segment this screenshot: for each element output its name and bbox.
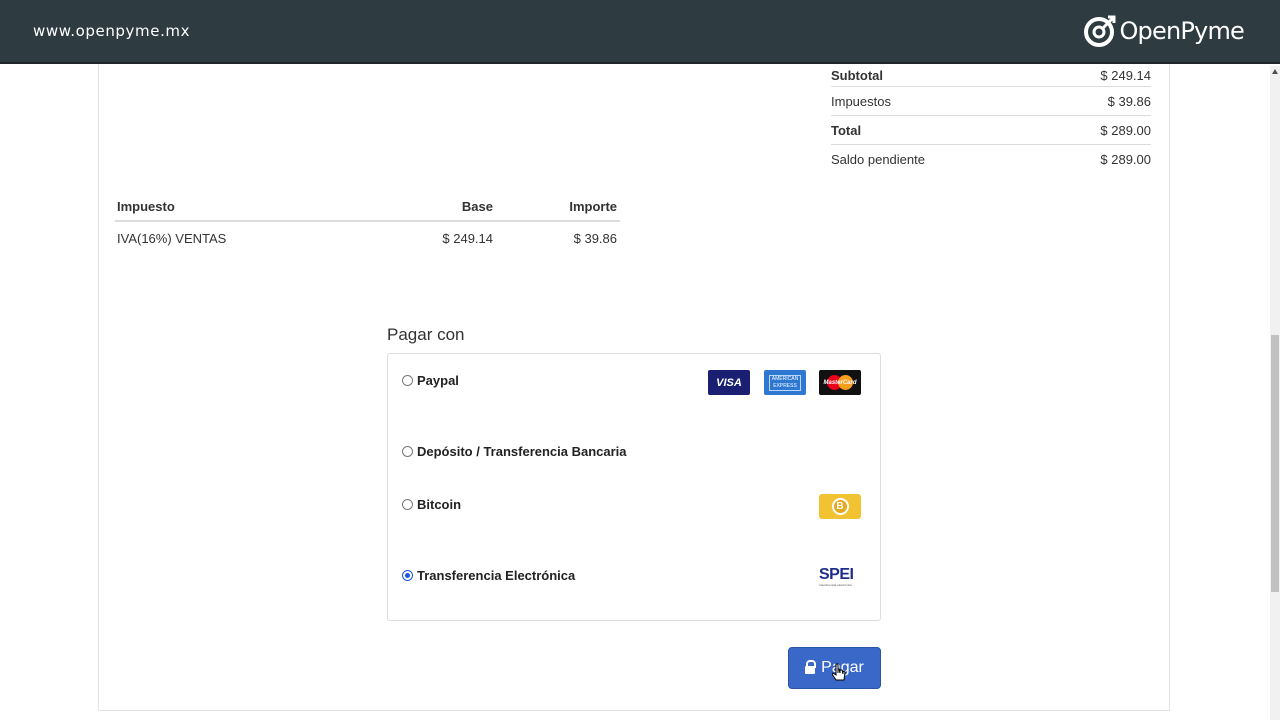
totals-value: $ 289.00 bbox=[1100, 122, 1151, 138]
spei-icon: SPEI transferencia electrónica bbox=[819, 566, 861, 588]
totals-label: Impuestos bbox=[831, 93, 891, 109]
column-header: Base bbox=[461, 199, 493, 214]
totals-label: Subtotal bbox=[831, 67, 883, 83]
tax-table-header: Impuesto Base Importe bbox=[115, 193, 620, 222]
spei-logo-text: SPEI bbox=[819, 566, 854, 583]
amex-icon: AMERICAN EXPRESS bbox=[764, 370, 806, 395]
table-cell: $ 249.14 bbox=[442, 230, 493, 246]
scrollbar-thumb[interactable] bbox=[1271, 335, 1279, 592]
scroll-up-arrow[interactable] bbox=[1272, 69, 1278, 74]
mouse-cursor-icon bbox=[832, 663, 846, 681]
radio-electronic-transfer[interactable] bbox=[402, 570, 413, 581]
radio-bank-transfer[interactable] bbox=[402, 446, 413, 457]
totals-table: Subtotal $ 249.14 Impuestos $ 39.86 Tota… bbox=[831, 64, 1151, 174]
table-cell: $ 39.86 bbox=[573, 230, 617, 246]
totals-label: Saldo pendiente bbox=[831, 152, 925, 167]
brand-name: OpenPyme bbox=[1119, 17, 1244, 45]
mastercard-icon: MasterCard bbox=[819, 370, 861, 395]
payment-option-electronic-transfer[interactable]: Transferencia Electrónica bbox=[402, 568, 575, 583]
totals-value: $ 39.86 bbox=[1107, 93, 1151, 109]
column-header: Impuesto bbox=[117, 199, 175, 214]
brand-logo[interactable]: OpenPyme bbox=[1083, 14, 1245, 48]
radio-bitcoin[interactable] bbox=[402, 499, 413, 510]
payment-option-bank-transfer[interactable]: Depósito / Transferencia Bancaria bbox=[402, 444, 627, 459]
table-cell: IVA(16%) VENTAS bbox=[117, 230, 227, 246]
payment-option-label: Depósito / Transferencia Bancaria bbox=[417, 444, 627, 459]
column-header: Importe bbox=[569, 199, 617, 214]
payment-option-label: Paypal bbox=[417, 373, 459, 388]
totals-row-balance: Saldo pendiente $ 289.00 bbox=[831, 145, 1151, 174]
payment-option-label: Bitcoin bbox=[417, 497, 462, 512]
totals-row-subtotal: Subtotal $ 249.14 bbox=[831, 64, 1151, 87]
payment-option-paypal[interactable]: Paypal bbox=[402, 373, 459, 388]
tax-table: Impuesto Base Importe IVA(16%) VENTAS $ … bbox=[115, 193, 620, 254]
bitcoin-icon: B bbox=[819, 494, 861, 519]
openpyme-logo-icon bbox=[1084, 15, 1116, 47]
visa-icon: VISA bbox=[708, 370, 750, 395]
totals-row-total: Total $ 289.00 bbox=[831, 116, 1151, 145]
totals-row-taxes: Impuestos $ 39.86 bbox=[831, 87, 1151, 116]
payment-option-label: Transferencia Electrónica bbox=[417, 568, 576, 583]
totals-label: Total bbox=[831, 122, 862, 138]
radio-paypal[interactable] bbox=[402, 375, 413, 386]
totals-value: $ 289.00 bbox=[1100, 152, 1151, 167]
totals-value: $ 249.14 bbox=[1100, 67, 1151, 83]
lock-icon bbox=[805, 660, 817, 674]
site-url[interactable]: www.openpyme.mx bbox=[33, 22, 190, 40]
table-row: IVA(16%) VENTAS $ 249.14 $ 39.86 bbox=[115, 222, 620, 254]
amex-text: AMERICAN EXPRESS bbox=[769, 374, 801, 391]
spei-logo-subtext: transferencia electrónica bbox=[819, 583, 852, 587]
top-bar: www.openpyme.mx OpenPyme bbox=[0, 0, 1280, 64]
bitcoin-symbol: B bbox=[831, 498, 849, 515]
payment-title: Pagar con bbox=[387, 325, 465, 344]
payment-options-box: Paypal VISA AMERICAN EXPRESS MasterCard … bbox=[387, 353, 881, 621]
mastercard-text: MasterCard bbox=[823, 379, 857, 386]
payment-option-bitcoin[interactable]: Bitcoin bbox=[402, 497, 461, 512]
